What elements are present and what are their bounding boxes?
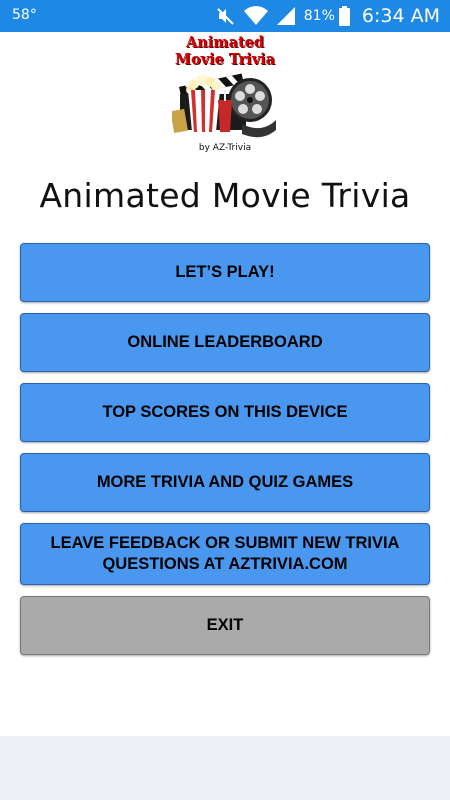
battery-icon [338, 6, 350, 26]
logo-title-line2: Movie Trivia [174, 51, 276, 68]
logo-byline: by AZ-Trivia [198, 143, 252, 153]
online-leaderboard-button[interactable]: ONLINE LEADERBOARD [20, 313, 430, 372]
status-bar: 58° 81% 6:34 AM [0, 0, 450, 32]
top-scores-button[interactable]: TOP SCORES ON THIS DEVICE [20, 383, 430, 442]
logo-title-line1: Animated [185, 34, 265, 51]
lets-play-button[interactable]: LET’S PLAY! [20, 243, 430, 302]
more-trivia-games-button[interactable]: MORE TRIVIA AND QUIZ GAMES [20, 453, 430, 512]
exit-button[interactable]: EXIT [20, 596, 430, 655]
wifi-icon [243, 6, 268, 26]
page-title: Animated Movie Trivia [39, 176, 411, 215]
movie-clapper-popcorn-icon [172, 73, 276, 138]
signal-icon [276, 7, 295, 25]
bottom-banner-area [0, 736, 450, 800]
leave-feedback-line2: QUESTIONS AT AZTRIVIA.COM [102, 555, 348, 573]
mute-icon [217, 8, 234, 25]
logo-title: Animated Movie Trivia [168, 34, 282, 68]
battery-percent: 81% [303, 8, 335, 24]
app-logo: Animated Movie Trivia by AZ-Trivia [168, 32, 282, 156]
clock: 6:34 AM [361, 5, 440, 27]
status-icons: 81% 6:34 AM [216, 4, 440, 28]
leave-feedback-line1: LEAVE FEEDBACK OR SUBMIT NEW TRIVIA [50, 534, 400, 552]
leave-feedback-button[interactable]: LEAVE FEEDBACK OR SUBMIT NEW TRIVIA QUES… [20, 523, 430, 585]
weather-temperature: 58° [12, 7, 37, 23]
